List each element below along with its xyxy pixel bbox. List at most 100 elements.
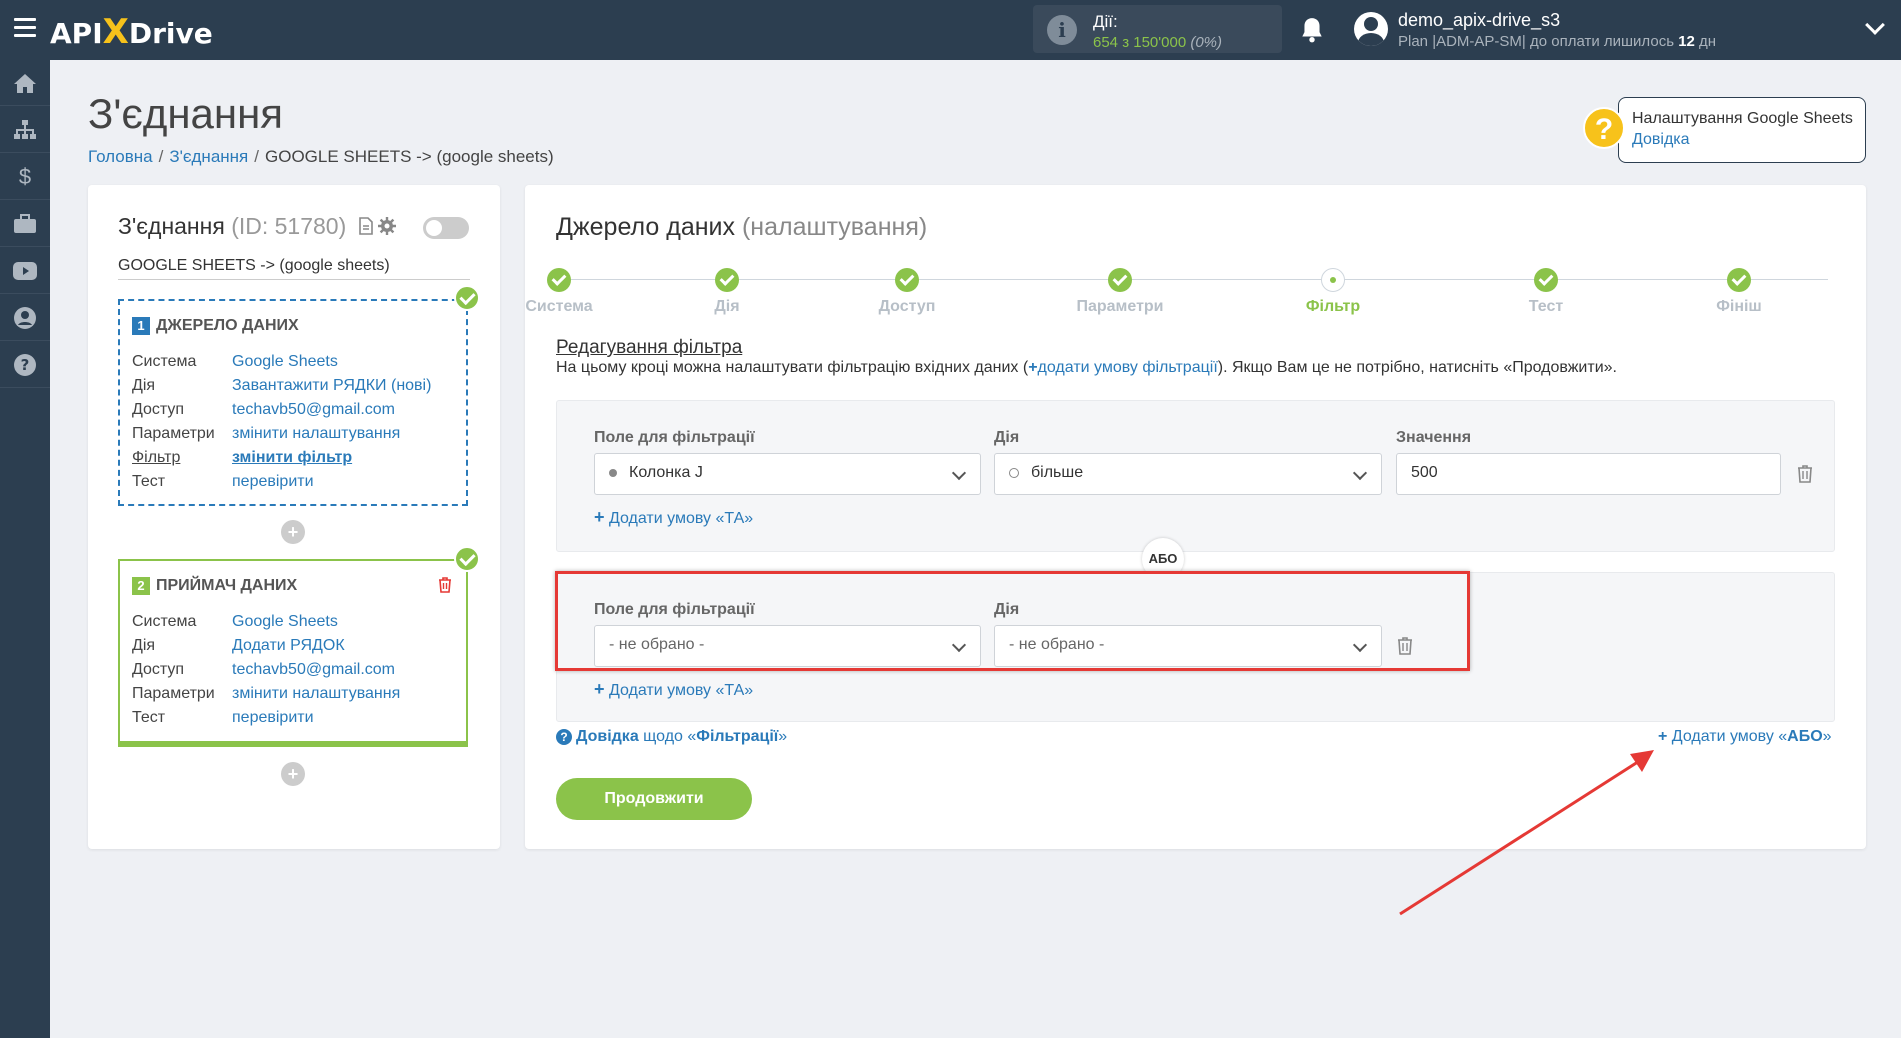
help-title: Налаштування Google Sheets	[1632, 110, 1853, 127]
trash-icon[interactable]	[1397, 637, 1413, 655]
check-icon	[547, 268, 571, 292]
source-filter-link[interactable]: змінити фільтр	[232, 449, 352, 473]
source-action-link[interactable]: Завантажити РЯДКИ (нові)	[232, 377, 431, 401]
receiver-block: 2 ПРИЙМАЧ ДАНИХ Система Google Sheets Дія Д…	[118, 559, 468, 747]
source-system-link[interactable]: Google Sheets	[232, 353, 338, 377]
source-heading: 1 ДЖЕРЕЛО ДАНИХ	[132, 317, 299, 335]
source-row-access: Доступ techavb50@gmail.com	[132, 401, 431, 425]
actions-label: Дії:	[1093, 12, 1118, 31]
step-finish[interactable]: Фініш	[1679, 268, 1799, 316]
receiver-access-link[interactable]: techavb50@gmail.com	[232, 661, 395, 685]
check-icon	[715, 268, 739, 292]
add-and-condition-button[interactable]: + Додати умову «ТА»	[594, 679, 753, 700]
check-icon	[454, 285, 480, 311]
check-icon	[895, 268, 919, 292]
check-icon	[1727, 268, 1751, 292]
dollar-icon[interactable]: $	[0, 154, 50, 200]
connection-title: З'єднання (ID: 51780)	[118, 213, 347, 239]
receiver-heading: 2 ПРИЙМАЧ ДАНИХ	[132, 577, 297, 595]
question-icon: ?	[556, 729, 572, 745]
question-icon[interactable]: ?	[0, 342, 50, 388]
step-filter[interactable]: Фільтр	[1273, 268, 1393, 316]
user-plan: Plan |ADM-AP-SM| до оплати лишилось 12 д…	[1398, 33, 1717, 50]
step-test[interactable]: Тест	[1486, 268, 1606, 316]
logo[interactable]: APIXDrive	[50, 12, 213, 52]
trash-icon[interactable]	[438, 577, 452, 593]
receiver-row-test: Тест перевірити	[132, 709, 400, 733]
current-step-icon	[1321, 268, 1345, 292]
avatar[interactable]	[1354, 12, 1388, 46]
filter-help-link[interactable]: ? Довідка щодо «Фільтрації»	[556, 728, 787, 746]
user-icon[interactable]	[0, 295, 50, 341]
connection-subtitle: GOOGLE SHEETS -> (google sheets)	[118, 257, 470, 280]
add-step-button[interactable]: +	[281, 520, 305, 544]
check-icon	[1534, 268, 1558, 292]
svg-text:?: ?	[21, 356, 30, 374]
filter-action-select[interactable]: більше	[994, 453, 1382, 495]
breadcrumb-current: GOOGLE SHEETS -> (google sheets)	[265, 147, 554, 166]
add-filter-condition-link[interactable]: +додати умову фільтрації	[1028, 359, 1218, 376]
chevron-down-icon	[951, 637, 967, 653]
step-access[interactable]: Доступ	[847, 268, 967, 316]
filter-description: На цьому кроці можна налаштувати фільтра…	[556, 359, 1617, 376]
connection-card: З'єднання (ID: 51780) GOOGLE SHEETS -> (…	[88, 185, 500, 849]
sitemap-icon[interactable]	[0, 107, 50, 153]
document-icon[interactable]	[359, 217, 373, 235]
actions-value: 654 з 150'000 (0%)	[1093, 34, 1223, 51]
add-and-condition-button[interactable]: + Додати умову «ТА»	[594, 507, 753, 528]
question-icon: ?	[1583, 107, 1625, 149]
help-box[interactable]: Налаштування Google Sheets Довідка	[1618, 97, 1866, 163]
receiver-action-link[interactable]: Додати РЯДОК	[232, 637, 345, 661]
filter-value-input[interactable]: 500	[1396, 453, 1781, 495]
trash-icon[interactable]	[1797, 465, 1813, 483]
youtube-icon[interactable]	[0, 248, 50, 294]
gear-icon[interactable]	[378, 217, 397, 235]
receiver-params-link[interactable]: змінити налаштування	[232, 685, 400, 709]
home-icon[interactable]	[0, 60, 50, 106]
menu-icon[interactable]	[14, 18, 36, 38]
chevron-down-icon[interactable]	[1865, 15, 1885, 35]
filter-edit-title: Редагування фільтра	[556, 337, 743, 358]
breadcrumb: Головна / З'єднання / GOOGLE SHEETS -> (goog…	[88, 147, 554, 166]
source-params-link[interactable]: змінити налаштування	[232, 425, 400, 449]
bell-icon[interactable]	[1299, 16, 1325, 44]
source-row-params: Параметри змінити налаштування	[132, 425, 431, 449]
connection-toggle[interactable]	[423, 217, 469, 239]
receiver-system-link[interactable]: Google Sheets	[232, 613, 338, 637]
receiver-row-params: Параметри змінити налаштування	[132, 685, 400, 709]
help-link[interactable]: Довідка	[1632, 131, 1690, 149]
source-row-system: Система Google Sheets	[132, 353, 431, 377]
field-label: Поле для фільтрації	[594, 601, 755, 618]
filter-field-select[interactable]: - не обрано -	[594, 625, 981, 667]
filter-action-select[interactable]: - не обрано -	[994, 625, 1382, 667]
source-row-filter: Фільтр змінити фільтр	[132, 449, 431, 473]
page-title: З'єднання	[88, 90, 284, 137]
source-test-link[interactable]: перевірити	[232, 473, 314, 497]
add-or-condition-button[interactable]: + Додати умову «АБО»	[1658, 728, 1832, 746]
step-system[interactable]: Система	[499, 268, 619, 316]
step-action[interactable]: Дія	[667, 268, 787, 316]
actions-counter: i Дії: 654 з 150'000 (0%)	[1033, 5, 1282, 53]
step-params[interactable]: Параметри	[1060, 268, 1180, 316]
continue-button[interactable]: Продовжити	[556, 778, 752, 820]
value-label: Значення	[1396, 429, 1472, 446]
section-title: Джерело даних (налаштування)	[556, 213, 928, 241]
user-name[interactable]: demo_apix-drive_s3	[1398, 10, 1560, 31]
filter-field-select[interactable]: Колонка J	[594, 453, 981, 495]
action-label: Дія	[994, 601, 1020, 618]
receiver-test-link[interactable]: перевірити	[232, 709, 314, 733]
action-label: Дія	[994, 429, 1020, 446]
breadcrumb-connections[interactable]: З'єднання	[169, 147, 248, 166]
chevron-down-icon	[951, 465, 967, 481]
breadcrumb-home[interactable]: Головна	[88, 147, 153, 166]
check-icon	[454, 546, 480, 572]
receiver-row-system: Система Google Sheets	[132, 613, 400, 637]
chevron-down-icon	[1352, 465, 1368, 481]
source-access-link[interactable]: techavb50@gmail.com	[232, 401, 395, 425]
receiver-row-access: Доступ techavb50@gmail.com	[132, 661, 400, 685]
field-label: Поле для фільтрації	[594, 429, 755, 446]
add-step-button[interactable]: +	[281, 762, 305, 786]
briefcase-icon[interactable]	[0, 201, 50, 247]
arrow-annotation	[1399, 750, 1654, 916]
source-block: 1 ДЖЕРЕЛО ДАНИХ Система Google Sheets Дія З…	[118, 299, 468, 506]
